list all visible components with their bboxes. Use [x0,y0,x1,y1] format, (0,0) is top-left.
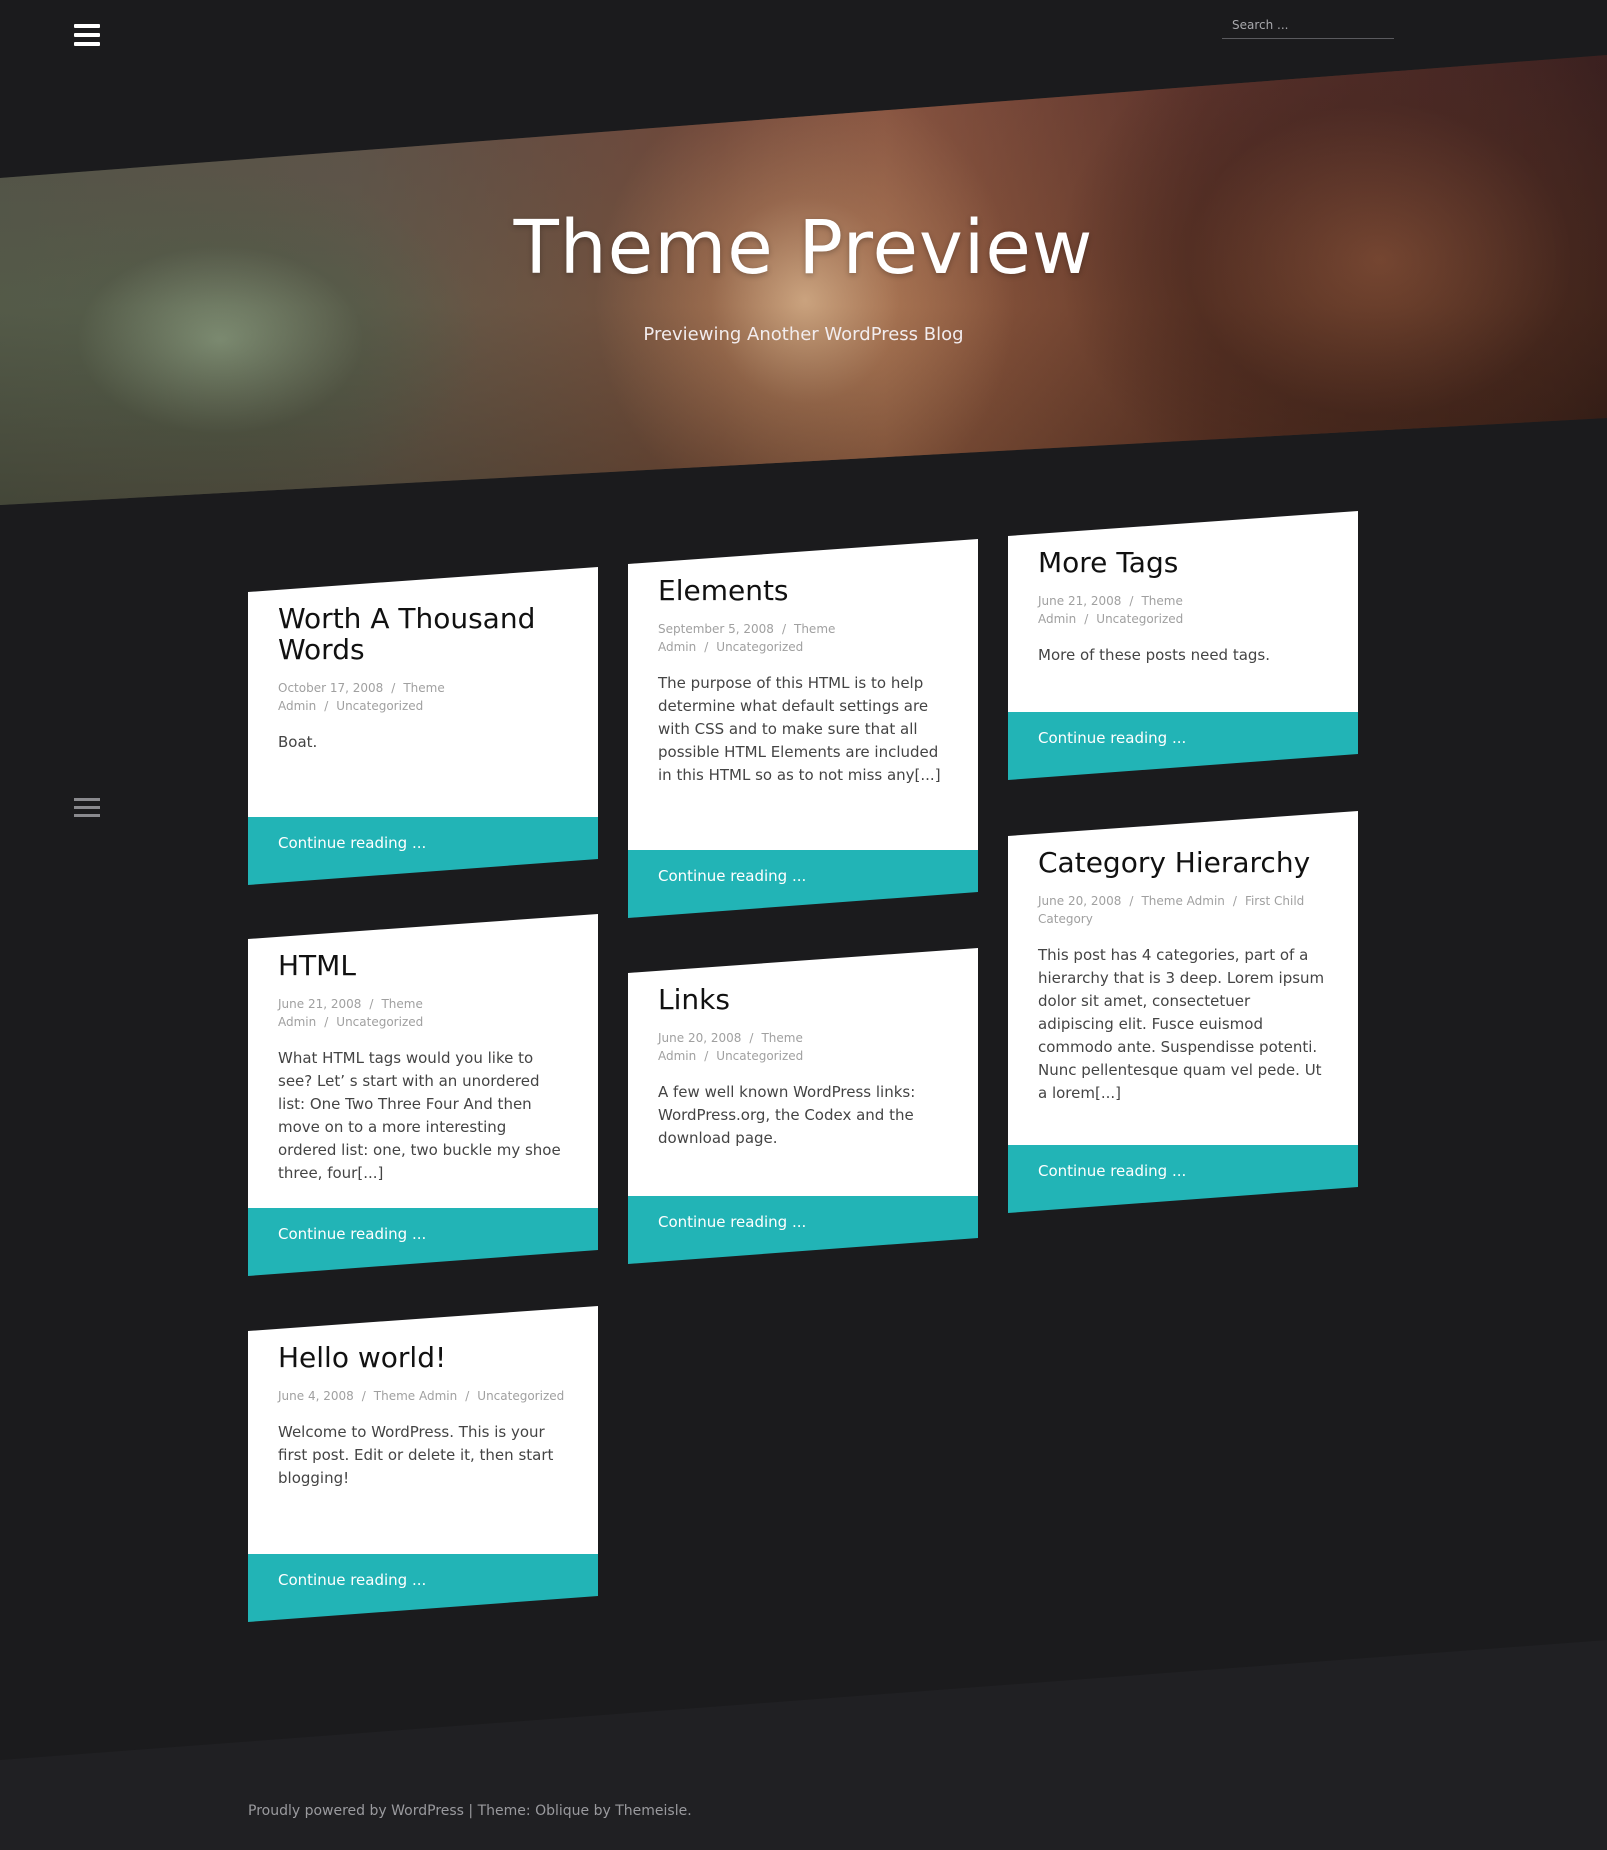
meta-separator: / [465,1389,470,1403]
meta-separator: / [704,1049,709,1063]
footer-background [0,1640,1607,1850]
post-excerpt: This post has 4 categories, part of a hi… [1038,946,1325,1102]
footer-powered-text: Proudly powered by [248,1803,392,1819]
continue-reading-link[interactable]: Continue reading ... [628,850,978,918]
meta-separator: / [1232,894,1237,908]
menu-bar [74,806,100,809]
post-title[interactable]: More Tags [1038,547,1328,578]
post-date[interactable]: June 20, 2008 [1038,894,1121,908]
site-title[interactable]: Theme Preview [0,205,1607,291]
post-excerpt: More of these posts need tags. [1038,646,1271,664]
meta-separator: / [324,1015,329,1029]
post-date[interactable]: June 20, 2008 [658,1031,741,1045]
post-category[interactable]: Uncategorized [1096,612,1183,626]
meta-separator: / [1084,612,1089,626]
post-date[interactable]: June 21, 2008 [278,997,361,1011]
post-title[interactable]: Links [658,984,948,1015]
post-excerpt: The purpose of this HTML is to help dete… [658,674,941,784]
post-author[interactable]: Theme Admin [374,1389,457,1403]
post-date[interactable]: June 21, 2008 [1038,594,1121,608]
post-card: HTML June 21, 2008/Theme Admin / Uncategor… [248,914,598,1276]
meta-separator: / [749,1031,754,1045]
menu-bar [74,24,100,28]
site-tagline: Previewing Another WordPress Blog [643,324,964,345]
post-category[interactable]: Uncategorized [716,640,803,654]
post-excerpt: A few well known WordPress links: WordPr… [658,1083,916,1147]
post-category[interactable]: Uncategorized [477,1389,564,1403]
post-title[interactable]: Category Hierarchy [1038,847,1328,878]
post-card-body: HTML June 21, 2008/Theme Admin / Uncategor… [248,914,598,1208]
meta-separator: / [324,699,329,713]
post-card: Hello world! June 4, 2008 / Theme Admin / Un… [248,1306,598,1622]
post-excerpt: Welcome to WordPress. This is your first… [278,1423,554,1487]
post-card-body: Links June 20, 2008/Theme Admin / Uncatego… [628,948,978,1196]
post-title[interactable]: Elements [658,575,948,606]
footer-author-link[interactable]: Themeisle [615,1803,687,1819]
search-input[interactable] [1222,14,1394,36]
post-excerpt: Boat. [278,733,318,751]
menu-bar [74,814,100,817]
post-card-body: Worth A Thousand Words October 17, 2008 /… [248,567,598,817]
post-title[interactable]: Worth A Thousand Words [278,603,568,665]
post-meta: June 20, 2008/Theme Admin / First Child Ca… [1038,892,1328,928]
post-category[interactable]: Uncategorized [336,699,423,713]
post-card-body: Hello world! June 4, 2008 / Theme Admin / Un… [248,1306,598,1554]
meta-separator: / [1129,594,1134,608]
post-card-body: Category Hierarchy June 20, 2008 / Theme A… [1008,811,1358,1145]
post-excerpt: What HTML tags would you like to see? Le… [278,1049,561,1182]
post-card: Elements September 5, 2008/Theme Admin / U… [628,539,978,918]
menu-bar [74,33,100,37]
post-date[interactable]: June 4, 2008 [278,1389,354,1403]
menu-bar [74,42,100,46]
post-title[interactable]: Hello world! [278,1342,568,1373]
post-meta: June 20, 2008/Theme Admin / Uncategorized [658,1029,948,1065]
post-meta: June 21, 2008/Theme Admin / Uncategorized [278,995,568,1031]
post-date[interactable]: October 17, 2008 [278,681,383,695]
post-meta: June 4, 2008 / Theme Admin / Uncategorized [278,1387,568,1405]
meta-separator: / [704,640,709,654]
post-card-body: Elements September 5, 2008/Theme Admin / U… [628,539,978,850]
continue-reading-link[interactable]: Continue reading ... [248,1554,598,1622]
menu-bar [74,798,100,801]
side-menu-hamburger-icon[interactable] [74,798,100,820]
meta-separator: / [361,1389,366,1403]
footer-by-text: by [589,1803,616,1819]
post-meta: October 17, 2008/Theme Admin / Uncategoriz… [278,679,448,715]
post-card-body: More Tags June 21, 2008/Theme Admin / Unca… [1008,511,1358,712]
post-author[interactable]: Theme Admin [1141,894,1224,908]
footer-theme-link[interactable]: Oblique [535,1803,589,1819]
post-card: Category Hierarchy June 20, 2008 / Theme A… [1008,811,1358,1213]
footer-separator: | [463,1803,478,1819]
footer-theme-text: Theme: [477,1803,536,1819]
post-card: Worth A Thousand Words October 17, 2008 /… [248,567,598,885]
meta-separator: / [1129,894,1134,908]
post-card: Links June 20, 2008/Theme Admin / Uncatego… [628,948,978,1264]
footer-wordpress-link[interactable]: WordPress [391,1803,464,1819]
continue-reading-link[interactable]: Continue reading ... [248,1208,598,1276]
post-meta: June 21, 2008/Theme Admin / Uncategorized [1038,592,1328,628]
post-category[interactable]: Uncategorized [336,1015,423,1029]
post-title[interactable]: HTML [278,950,568,981]
post-card: More Tags June 21, 2008/Theme Admin / Unca… [1008,511,1358,780]
continue-reading-link[interactable]: Continue reading ... [1008,712,1358,780]
meta-separator: / [391,681,396,695]
meta-separator: / [781,622,786,636]
meta-separator: / [369,997,374,1011]
post-category[interactable]: Uncategorized [716,1049,803,1063]
continue-reading-link[interactable]: Continue reading ... [248,817,598,885]
footer-suffix: . [687,1803,692,1819]
site-footer: Proudly powered by WordPress | Theme: Ob… [248,1803,692,1819]
post-date[interactable]: September 5, 2008 [658,622,774,636]
continue-reading-link[interactable]: Continue reading ... [628,1196,978,1264]
hero-banner: Theme Preview Previewing Another WordPre… [0,55,1607,505]
post-meta: September 5, 2008/Theme Admin / Uncategori… [658,620,838,656]
hamburger-menu-icon[interactable] [74,24,100,46]
continue-reading-link[interactable]: Continue reading ... [1008,1145,1358,1213]
search-box [1222,14,1394,39]
